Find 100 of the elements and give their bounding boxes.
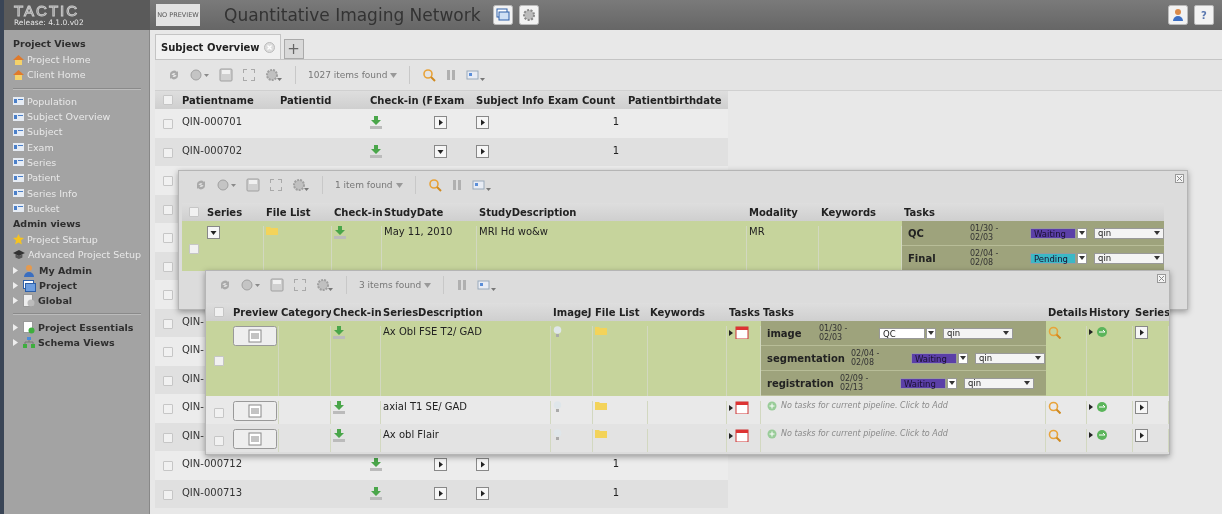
add-icon[interactable] bbox=[217, 178, 237, 192]
gear-icon[interactable] bbox=[292, 178, 310, 192]
column-header[interactable]: Modality bbox=[747, 206, 819, 218]
close-icon[interactable] bbox=[263, 41, 275, 53]
check-in-icon[interactable] bbox=[334, 226, 346, 239]
search-icon[interactable] bbox=[422, 68, 437, 82]
calendar-icon[interactable] bbox=[729, 326, 749, 339]
assignee-select[interactable]: qin bbox=[1094, 252, 1164, 264]
add-icon[interactable] bbox=[241, 278, 261, 292]
columns-icon[interactable] bbox=[450, 178, 463, 192]
items-found-menu[interactable]: 1027 items found bbox=[308, 70, 398, 80]
row-checkbox[interactable] bbox=[162, 119, 173, 129]
columns-icon[interactable] bbox=[456, 278, 469, 292]
column-header[interactable]: Check-in (F bbox=[368, 94, 432, 106]
select-all-checkbox[interactable] bbox=[213, 307, 224, 317]
expand-button[interactable] bbox=[434, 116, 447, 129]
expand-button[interactable] bbox=[1135, 326, 1148, 339]
history-icon[interactable] bbox=[1089, 401, 1109, 413]
row-checkbox[interactable] bbox=[162, 347, 173, 357]
save-icon[interactable] bbox=[219, 68, 233, 82]
column-header[interactable]: Keywords bbox=[819, 206, 902, 218]
check-in-icon[interactable] bbox=[370, 144, 382, 158]
columns-icon[interactable] bbox=[445, 68, 458, 82]
check-in-icon[interactable] bbox=[333, 326, 345, 339]
column-header[interactable]: File List bbox=[264, 206, 332, 218]
row-checkbox[interactable] bbox=[162, 233, 173, 243]
add-icon[interactable] bbox=[767, 429, 777, 439]
view-icon[interactable] bbox=[466, 68, 487, 82]
column-header[interactable]: Keywords bbox=[648, 306, 727, 318]
help-button[interactable]: ? bbox=[1194, 5, 1214, 25]
expand-arrow-icon[interactable] bbox=[13, 338, 19, 346]
column-header[interactable]: Patientbirthdate bbox=[626, 94, 728, 106]
search-icon[interactable] bbox=[1048, 326, 1061, 339]
row-checkbox[interactable] bbox=[213, 407, 224, 418]
column-header[interactable]: Tasks bbox=[727, 306, 761, 318]
refresh-icon[interactable] bbox=[218, 278, 232, 292]
close-icon[interactable] bbox=[1157, 274, 1166, 283]
column-header[interactable]: StudyDate bbox=[382, 206, 477, 218]
row-checkbox[interactable] bbox=[162, 290, 173, 300]
column-header[interactable]: SeriesDescription bbox=[381, 306, 551, 318]
expand-button[interactable] bbox=[434, 486, 447, 500]
expand-icon[interactable] bbox=[242, 68, 256, 82]
expand-button[interactable] bbox=[476, 486, 489, 500]
gear-icon[interactable] bbox=[265, 68, 283, 82]
row-checkbox[interactable] bbox=[162, 432, 173, 443]
column-header[interactable]: Patientid bbox=[278, 94, 368, 106]
column-header[interactable]: Exam bbox=[432, 94, 474, 106]
folder-icon[interactable] bbox=[595, 429, 607, 438]
row-checkbox[interactable] bbox=[188, 243, 199, 254]
history-icon[interactable] bbox=[1089, 429, 1109, 441]
folder-icon[interactable] bbox=[266, 226, 278, 235]
save-icon[interactable] bbox=[246, 178, 260, 192]
row-checkbox[interactable] bbox=[162, 204, 173, 215]
expand-button[interactable] bbox=[476, 458, 489, 471]
expand-icon[interactable] bbox=[269, 178, 283, 192]
expand-button[interactable] bbox=[1135, 401, 1148, 414]
expand-button[interactable] bbox=[476, 116, 489, 129]
user-icon[interactable] bbox=[1168, 5, 1188, 25]
column-header[interactable]: Preview bbox=[231, 306, 279, 318]
row-checkbox[interactable] bbox=[162, 261, 173, 272]
items-found-menu[interactable]: 1 item found bbox=[335, 180, 403, 190]
search-icon[interactable] bbox=[427, 178, 442, 192]
add-icon[interactable] bbox=[767, 401, 777, 411]
row-checkbox[interactable] bbox=[162, 461, 173, 471]
expand-arrow-icon[interactable] bbox=[13, 297, 19, 305]
series-row[interactable]: axial T1 SE/ GAD No tasks for current pipeline. Click to Add bbox=[206, 396, 1169, 424]
view-tab[interactable]: Subject Overview bbox=[155, 34, 281, 59]
expand-button[interactable] bbox=[434, 144, 447, 158]
search-icon[interactable] bbox=[1048, 401, 1061, 414]
column-header[interactable]: File List bbox=[593, 306, 648, 318]
search-icon[interactable] bbox=[1048, 429, 1061, 442]
folder-icon[interactable] bbox=[595, 326, 607, 335]
history-icon[interactable] bbox=[1089, 326, 1109, 338]
assignee-select[interactable]: qin bbox=[974, 352, 1045, 364]
study-row[interactable]: May 11, 2010 MRI Hd wo&w MR QC 01/30 - 02/03 Waiting qin Final 02/04 - 02/08 Pending qin bbox=[182, 221, 1164, 271]
select-all-checkbox[interactable] bbox=[162, 95, 173, 105]
check-in-icon[interactable] bbox=[370, 458, 382, 471]
check-in-icon[interactable] bbox=[333, 401, 345, 414]
check-in-icon[interactable] bbox=[333, 429, 345, 442]
thumbnail-icon[interactable] bbox=[233, 326, 277, 346]
sidebar-folder[interactable]: Project Essentials bbox=[38, 321, 134, 333]
column-header[interactable]: History bbox=[1087, 306, 1133, 318]
light-bulb-icon[interactable] bbox=[553, 429, 562, 440]
expand-icon[interactable] bbox=[293, 278, 307, 292]
expand-arrow-icon[interactable] bbox=[13, 323, 19, 331]
expand-button[interactable] bbox=[1135, 429, 1148, 442]
row-checkbox[interactable] bbox=[162, 318, 173, 329]
assignee-select[interactable]: qin bbox=[943, 327, 1013, 339]
items-found-menu[interactable]: 3 items found bbox=[359, 280, 432, 290]
column-header[interactable]: Check-in bbox=[332, 206, 382, 218]
expand-button[interactable] bbox=[207, 226, 220, 239]
view-icon[interactable] bbox=[477, 278, 498, 292]
select-all-checkbox[interactable] bbox=[188, 207, 199, 217]
expand-button[interactable] bbox=[434, 458, 447, 471]
refresh-icon[interactable] bbox=[194, 178, 208, 192]
expand-button[interactable] bbox=[476, 144, 489, 158]
light-bulb-icon[interactable] bbox=[553, 326, 562, 337]
expand-arrow-icon[interactable] bbox=[13, 266, 19, 274]
row-checkbox[interactable] bbox=[213, 435, 224, 446]
assignee-select[interactable]: qin bbox=[1094, 227, 1164, 239]
